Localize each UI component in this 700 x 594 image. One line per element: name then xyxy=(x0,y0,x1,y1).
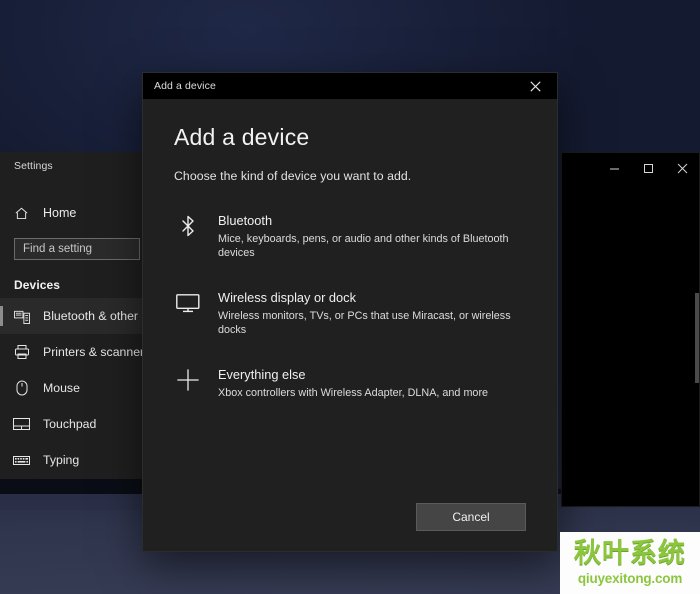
bluetooth-icon xyxy=(176,214,200,238)
plus-icon xyxy=(176,368,200,392)
device-option-everything-else[interactable]: Everything else Xbox controllers with Wi… xyxy=(174,358,527,409)
dialog-footer: Cancel xyxy=(143,483,557,551)
search-input[interactable]: Find a setting xyxy=(14,238,140,260)
device-option-bluetooth-description: Mice, keyboards, pens, or audio and othe… xyxy=(218,233,509,260)
dialog-titlebar-text: Add a device xyxy=(154,80,216,92)
sidebar-item-printers-and-scanners[interactable]: Printers & scanners xyxy=(0,334,150,370)
sidebar-item-home-label: Home xyxy=(43,206,77,220)
add-a-device-dialog[interactable]: Add a device Add a device Choose the kin… xyxy=(143,73,557,551)
sidebar-item-typing[interactable]: Typing xyxy=(0,442,150,478)
settings-window[interactable]: Settings Home Find a setting Devices Blu… xyxy=(0,152,150,479)
watermark-url-text: qiuyexitong.com xyxy=(577,571,683,587)
device-option-everything-else-text: Everything else Xbox controllers with Wi… xyxy=(218,367,488,400)
background-window[interactable] xyxy=(561,152,700,507)
sidebar-item-bluetooth-and-other-devices[interactable]: Bluetooth & other devi xyxy=(0,298,150,334)
dialog-subtitle: Choose the kind of device you want to ad… xyxy=(174,169,412,184)
device-option-bluetooth[interactable]: Bluetooth Mice, keyboards, pens, or audi… xyxy=(174,204,527,269)
background-window-scrollbar[interactable] xyxy=(695,293,699,383)
sidebar-item-typing-label: Typing xyxy=(43,453,80,467)
background-window-titlebar[interactable] xyxy=(562,153,699,183)
nav-group-heading: Devices xyxy=(14,278,61,292)
device-option-everything-else-title: Everything else xyxy=(218,367,306,383)
dialog-titlebar[interactable]: Add a device xyxy=(143,73,557,99)
sidebar-item-mouse[interactable]: Mouse xyxy=(0,370,150,406)
watermark-brand-text: 秋叶系统 xyxy=(574,538,686,570)
sidebar-item-touchpad[interactable]: Touchpad xyxy=(0,406,150,442)
settings-titlebar[interactable]: Settings xyxy=(0,152,150,180)
device-option-wireless-display-text: Wireless display or dock Wireless monito… xyxy=(218,290,523,337)
sidebar-item-printers-label: Printers & scanners xyxy=(43,345,150,359)
device-option-wireless-display-title: Wireless display or dock xyxy=(218,290,356,306)
settings-nav-pane: Home Find a setting Devices Bluetooth & … xyxy=(0,196,150,478)
close-icon[interactable] xyxy=(513,73,557,99)
mouse-icon xyxy=(13,380,30,397)
sidebar-item-mouse-label: Mouse xyxy=(43,381,80,395)
device-option-wireless-display-description: Wireless monitors, TVs, or PCs that use … xyxy=(218,310,511,337)
home-icon xyxy=(13,205,30,222)
device-option-everything-else-description: Xbox controllers with Wireless Adapter, … xyxy=(218,387,489,400)
settings-window-title: Settings xyxy=(14,160,53,172)
close-button[interactable] xyxy=(665,153,699,183)
page-title: Add a device xyxy=(174,124,310,150)
keyboard-icon xyxy=(13,452,30,469)
sidebar-item-bluetooth-label: Bluetooth & other devi xyxy=(43,309,150,323)
sidebar-item-touchpad-label: Touchpad xyxy=(43,417,97,431)
touchpad-icon xyxy=(13,416,30,433)
dialog-body: Add a device Choose the kind of device y… xyxy=(143,99,557,409)
printer-icon xyxy=(13,344,30,361)
device-option-bluetooth-title: Bluetooth xyxy=(218,213,273,229)
device-option-wireless-display-or-dock[interactable]: Wireless display or dock Wireless monito… xyxy=(174,281,527,346)
search-container: Find a setting xyxy=(0,230,150,260)
maximize-button[interactable] xyxy=(631,153,665,183)
search-placeholder: Find a setting xyxy=(23,243,93,255)
sidebar-item-home[interactable]: Home xyxy=(0,196,150,230)
monitor-icon xyxy=(176,291,200,315)
device-type-list: Bluetooth Mice, keyboards, pens, or audi… xyxy=(174,204,527,409)
cancel-button[interactable]: Cancel xyxy=(416,503,526,531)
bluetooth-devices-icon xyxy=(13,308,30,325)
device-option-bluetooth-text: Bluetooth Mice, keyboards, pens, or audi… xyxy=(218,213,523,260)
watermark-logo: 秋叶系统 qiuyexitong.com xyxy=(560,532,700,594)
minimize-button[interactable] xyxy=(597,153,631,183)
